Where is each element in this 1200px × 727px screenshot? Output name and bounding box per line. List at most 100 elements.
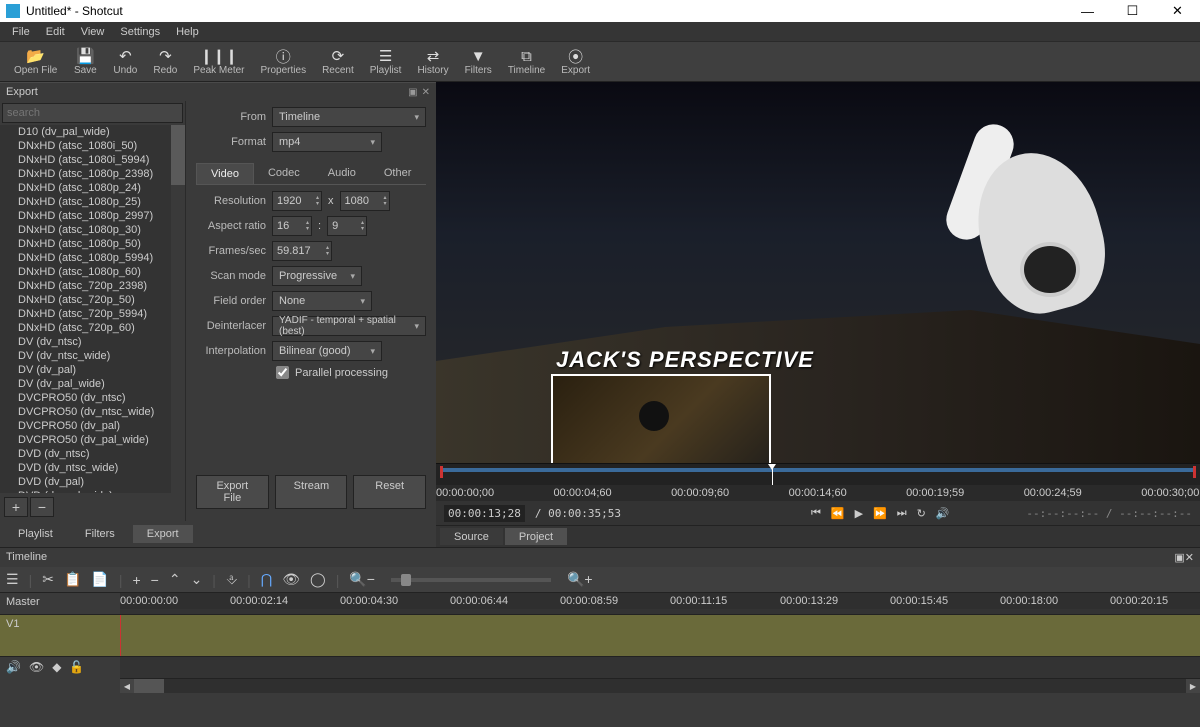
toolbar-properties[interactable]: ⓘProperties [253,42,315,81]
volume-icon[interactable]: 🔊 [936,507,950,520]
toolbar-save[interactable]: 💾Save [65,42,105,81]
preset-item[interactable]: DVCPRO50 (dv_pal_wide) [0,433,185,447]
panel-float-icon[interactable]: ▣ [408,87,417,98]
track-composite-icon[interactable]: ◆ [52,660,61,676]
scan-combo[interactable]: Progressive [272,266,362,286]
tab-other[interactable]: Other [370,163,426,184]
out-marker-icon[interactable] [1193,466,1196,478]
hscroll-left-arrow[interactable]: ◀ [120,679,134,693]
preset-scrollbar[interactable] [171,125,185,493]
preset-item[interactable]: DNxHD (atsc_1080p_2398) [0,167,185,181]
minimize-button[interactable]: ― [1065,0,1110,22]
toolbar-undo[interactable]: ↶Undo [105,42,145,81]
tl-append-icon[interactable]: + [132,572,140,588]
parallel-checkbox[interactable] [276,366,289,379]
tl-remove-icon[interactable]: − [151,572,159,588]
reset-button[interactable]: Reset [353,475,426,509]
tl-paste-icon[interactable]: 📄 [91,571,108,588]
timeline-close-icon[interactable]: ✕ [1185,552,1194,564]
export-file-button[interactable]: Export File [196,475,269,509]
preset-item[interactable]: DVD (dv_pal_wide) [0,489,185,493]
interp-combo[interactable]: Bilinear (good) [272,341,382,361]
preset-item[interactable]: DVD (dv_pal) [0,475,185,489]
skip-end-icon[interactable]: ⏭ [897,507,907,520]
toolbar-export[interactable]: ⦿Export [553,42,598,81]
tl-zoom-out-icon[interactable]: 🔍− [349,571,375,588]
preset-item[interactable]: DNxHD (atsc_1080p_5994) [0,251,185,265]
tl-cut-icon[interactable]: ✂ [42,571,54,588]
menu-settings[interactable]: Settings [112,24,168,40]
preset-item[interactable]: DV (dv_ntsc_wide) [0,349,185,363]
toolbar-peak-meter[interactable]: ❙❙❙Peak Meter [185,42,252,81]
preset-item[interactable]: DNxHD (atsc_720p_60) [0,321,185,335]
track-v1-header[interactable]: V1 [0,615,120,657]
timecode-current[interactable]: 00:00:13;28 [444,505,525,522]
preset-item[interactable]: DNxHD (atsc_1080i_50) [0,139,185,153]
timeline-ruler[interactable]: 00:00:00:0000:00:02:1400:00:04:3000:00:0… [120,593,1200,609]
preset-item[interactable]: DVCPRO50 (dv_ntsc_wide) [0,405,185,419]
tab-project[interactable]: Project [505,528,567,545]
preset-search-input[interactable] [2,103,183,123]
tl-zoom-in-icon[interactable]: 🔍+ [567,571,593,588]
track-lock-icon[interactable]: 🔓 [69,660,84,676]
scrubber[interactable] [436,463,1200,485]
menu-view[interactable]: View [73,24,113,40]
track-mute-icon[interactable]: 🔊 [6,660,21,676]
toolbar-open-file[interactable]: 📂Open File [6,42,65,81]
preset-item[interactable]: DNxHD (atsc_1080p_30) [0,223,185,237]
preset-item[interactable]: DNxHD (atsc_1080p_25) [0,195,185,209]
loop-icon[interactable]: ↻ [917,507,926,520]
tab-audio[interactable]: Audio [314,163,370,184]
video-preview[interactable]: JACK'S PERSPECTIVE [436,82,1200,463]
tab-export[interactable]: Export [133,525,193,543]
menu-file[interactable]: File [4,24,38,40]
tab-codec[interactable]: Codec [254,163,314,184]
format-combo[interactable]: mp4 [272,132,382,152]
res-height-input[interactable]: 1080 [340,191,390,211]
track-v1-lane[interactable] [120,615,1200,657]
preview-time-ruler[interactable]: 00:00:00;0000:00:04;6000:00:09;6000:00:1… [436,485,1200,501]
close-button[interactable]: ✕ [1155,0,1200,22]
preset-item[interactable]: DV (dv_pal_wide) [0,377,185,391]
preset-item[interactable]: D10 (dv_pal_wide) [0,125,185,139]
menu-edit[interactable]: Edit [38,24,73,40]
preset-item[interactable]: DNxHD (atsc_720p_2398) [0,279,185,293]
hscroll-right-arrow[interactable]: ▶ [1186,679,1200,693]
tl-copy-icon[interactable]: 📋 [64,571,81,588]
rewind-icon[interactable]: ⏪ [831,507,845,520]
tab-playlist[interactable]: Playlist [4,525,67,543]
toolbar-timeline[interactable]: ⧉Timeline [500,42,553,81]
tab-filters[interactable]: Filters [71,525,129,543]
stream-button[interactable]: Stream [275,475,348,509]
preset-item[interactable]: DNxHD (atsc_1080i_5994) [0,153,185,167]
res-width-input[interactable]: 1920 [272,191,322,211]
tab-video[interactable]: Video [196,163,254,184]
aspect-h-input[interactable]: 9 [327,216,367,236]
preset-item[interactable]: DV (dv_pal) [0,363,185,377]
toolbar-history[interactable]: ⇄History [409,42,456,81]
preset-list[interactable]: D10 (dv_pal_wide)DNxHD (atsc_1080i_50)DN… [0,125,185,493]
tl-menu-icon[interactable]: ☰ [6,571,19,588]
deint-combo[interactable]: YADIF - temporal + spatial (best) [272,316,426,336]
field-combo[interactable]: None [272,291,372,311]
preset-item[interactable]: DNxHD (atsc_720p_5994) [0,307,185,321]
tl-ripple-icon[interactable]: ◯ [310,571,326,588]
preset-add-button[interactable]: + [4,497,28,517]
in-marker-icon[interactable] [440,466,443,478]
toolbar-playlist[interactable]: ☰Playlist [362,42,410,81]
play-icon[interactable]: ▶ [855,507,863,520]
panel-close-icon[interactable]: ✕ [422,87,430,98]
track-master-header[interactable]: Master [0,593,120,615]
tab-source[interactable]: Source [440,528,503,545]
timeline-playhead[interactable] [120,615,121,656]
maximize-button[interactable]: ☐ [1110,0,1155,22]
tl-split-icon[interactable]: ⎀ [226,571,237,588]
preset-item[interactable]: DNxHD (atsc_720p_50) [0,293,185,307]
toolbar-filters[interactable]: ▼Filters [457,42,500,81]
toolbar-redo[interactable]: ↷Redo [145,42,185,81]
tl-snap-icon[interactable]: ⋂ [261,571,272,588]
toolbar-recent[interactable]: ⟳Recent [314,42,362,81]
preset-remove-button[interactable]: − [30,497,54,517]
preset-item[interactable]: DVD (dv_ntsc) [0,447,185,461]
from-combo[interactable]: Timeline [272,107,426,127]
